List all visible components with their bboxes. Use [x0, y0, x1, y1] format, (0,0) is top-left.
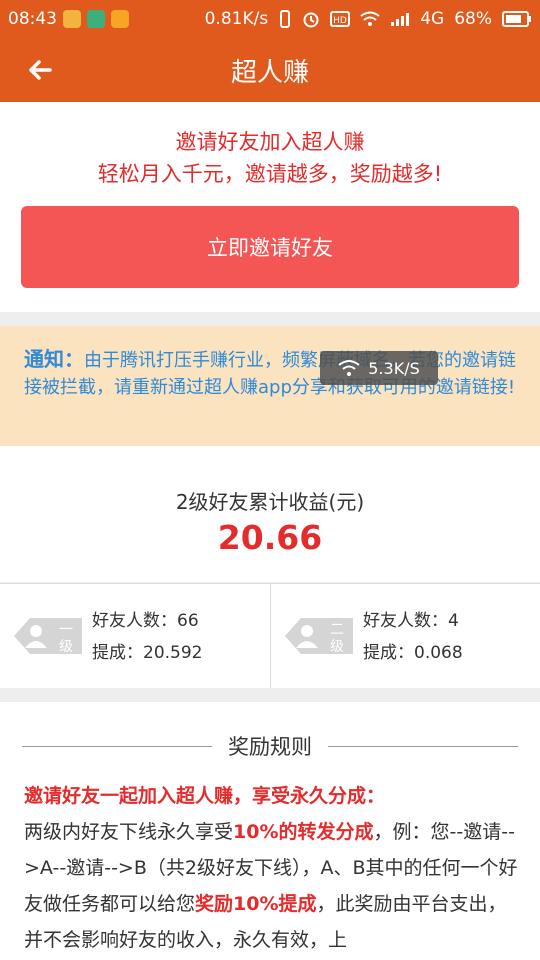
rules-title: 奖励规则: [228, 735, 312, 759]
arrow-left-icon[interactable]: [24, 54, 56, 86]
network-type: 4G: [420, 9, 445, 29]
status-time: 08:43: [8, 9, 57, 29]
reward-rules: 奖励规则 邀请好友一起加入超人赚，享受永久分成： 两级内好友下线永久享受10%的…: [0, 702, 540, 960]
rules-heading: 奖励规则: [22, 732, 518, 760]
signal-icon: [391, 13, 410, 26]
wifi-icon: [338, 360, 360, 376]
divider: [328, 745, 518, 747]
level-commission: 提成：20.592: [92, 643, 203, 663]
rules-emphasis: 10%的转发分成: [233, 821, 374, 843]
level-friends-count: 好友人数：4: [363, 611, 459, 631]
earnings-label: 2级好友累计收益(元): [175, 490, 365, 514]
network-speed: 0.81K/s: [204, 9, 269, 29]
user-level-badge-icon: 一 级: [14, 618, 82, 655]
battery-icon: [502, 11, 531, 27]
level-friends-count: 好友人数：66: [92, 611, 199, 631]
hd-icon: HD: [330, 11, 351, 27]
battery-level: 68%: [454, 9, 492, 29]
alarm-icon: [303, 12, 319, 28]
rules-text: 邀请好友一起加入超人赚，享受永久分成： 两级内好友下线永久享受10%的转发分成，…: [24, 778, 520, 958]
level-commission: 提成：0.068: [363, 643, 463, 663]
page-title: 超人赚: [230, 57, 309, 88]
rules-highlight: 邀请好友一起加入超人赚，享受永久分成：: [24, 785, 386, 807]
level-two-card: 二 级 好友人数：4 提成：0.068: [270, 584, 540, 688]
level-one-card: 一 级 好友人数：66 提成：20.592: [0, 584, 270, 688]
svg-text:HD: HD: [333, 16, 347, 26]
badge-level-bottom: 级: [59, 639, 73, 655]
user-level-badge-icon: 二 级: [285, 618, 353, 655]
earnings-panel: 2级好友累计收益(元) 20.66: [0, 446, 540, 582]
vibrate-icon: [280, 10, 291, 28]
status-bar: 08:43 0.81K/s HD 4G 68%: [0, 0, 540, 38]
badge-level-top: 二: [330, 622, 344, 638]
invite-subheadline: 轻松月入千元，邀请越多，奖励越多!: [97, 162, 443, 186]
rules-text-part: 两级内好友下线永久享受: [24, 821, 234, 843]
app-bar: 超人赚: [0, 38, 540, 102]
scan-notification-icon: [87, 10, 105, 28]
divider: [22, 745, 212, 747]
invite-headline: 邀请好友加入超人赚: [175, 130, 365, 154]
rules-paragraph: 两级内好友下线永久享受10%的转发分成，例：您--邀请-->A--邀请-->B（…: [24, 814, 520, 958]
invite-card: 邀请好友加入超人赚 轻松月入千元，邀请越多，奖励越多! 立即邀请好友: [0, 102, 540, 312]
toast-text: 5.3K/S: [368, 358, 420, 378]
notice-text: 由于腾讯打压手赚行业，频繁屏蔽域名，若您的邀请链接被拦截，请重新通过超人赚app…: [24, 350, 516, 398]
wifi-icon: [360, 11, 380, 26]
friend-levels: 一 级 好友人数：66 提成：20.592 二 级 好友人数：4 提成：0.06…: [0, 583, 540, 688]
app-notification-icon-2: [111, 10, 129, 28]
app-notification-icon: [63, 10, 81, 28]
notice-banner: 通知：由于腾讯打压手赚行业，频繁屏蔽域名，若您的邀请链接被拦截，请重新通过超人赚…: [0, 326, 540, 446]
network-speed-toast: 5.3K/S: [320, 351, 438, 385]
notice-label: 通知：: [24, 347, 84, 371]
badge-level-bottom: 级: [330, 639, 344, 655]
rules-emphasis: 奖励10%提成: [195, 893, 317, 915]
invite-friends-button[interactable]: 立即邀请好友: [21, 206, 519, 288]
badge-level-top: 一: [59, 622, 73, 638]
earnings-value: 20.66: [217, 518, 323, 557]
